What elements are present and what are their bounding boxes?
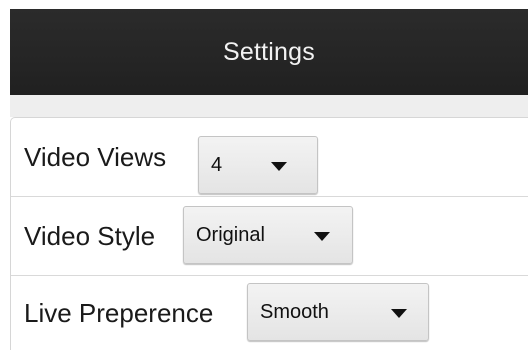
header-gap: [10, 95, 528, 117]
title-bar: Settings: [10, 9, 528, 95]
video-style-label: Video Style: [24, 220, 156, 251]
video-style-value: Original: [196, 223, 265, 246]
setting-row-live-preference: Live Preperence Smooth: [11, 276, 528, 350]
page-title: Settings: [223, 37, 315, 66]
video-views-value: 4: [211, 153, 223, 176]
live-preference-label: Live Preperence: [24, 298, 214, 328]
settings-screen: Settings Video Views 4 Video Style Origi…: [0, 0, 528, 350]
video-views-label: Video Views: [24, 141, 167, 172]
live-preference-value: Smooth: [260, 300, 329, 323]
setting-row-video-style: Video Style Original: [11, 197, 528, 276]
setting-row-video-views: Video Views 4: [11, 118, 528, 197]
settings-list: Video Views 4 Video Style Original Live …: [10, 117, 528, 350]
caret-down-icon: [271, 162, 287, 171]
video-style-dropdown[interactable]: Original: [183, 206, 353, 264]
live-preference-dropdown[interactable]: Smooth: [247, 283, 429, 341]
caret-down-icon: [391, 309, 407, 318]
caret-down-icon: [314, 232, 330, 241]
video-views-dropdown[interactable]: 4: [198, 136, 318, 194]
